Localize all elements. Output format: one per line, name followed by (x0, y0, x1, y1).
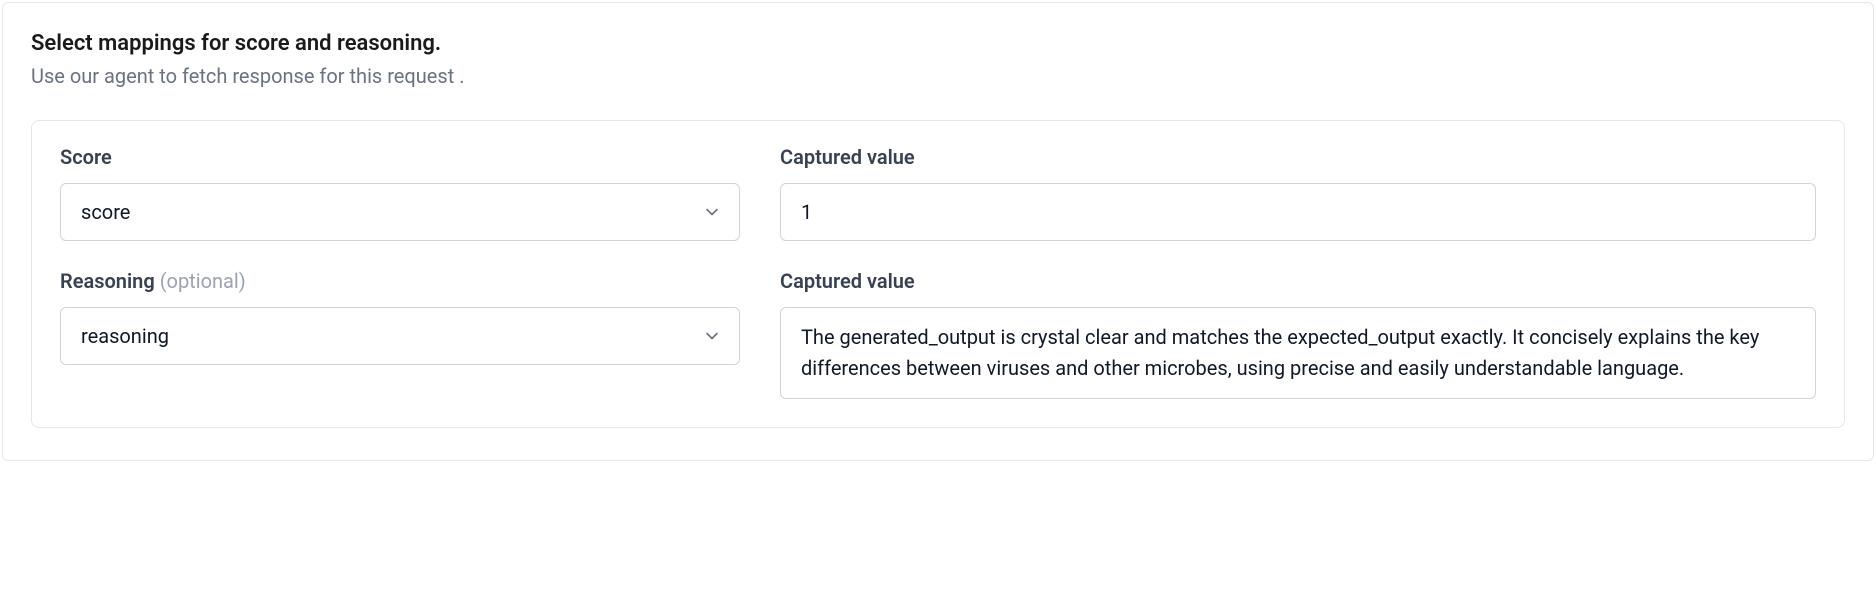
mappings-container: Select mappings for score and reasoning.… (2, 2, 1874, 461)
score-captured-value[interactable]: 1 (780, 183, 1816, 241)
score-select-wrap: score (60, 183, 740, 241)
score-label: Score (60, 145, 740, 169)
reasoning-select-col: Reasoning (optional) reasoning (60, 269, 740, 399)
reasoning-optional-suffix: (optional) (160, 269, 246, 293)
reasoning-row: Reasoning (optional) reasoning Captured … (60, 269, 1816, 399)
mappings-panel: Score score Captured value 1 (31, 120, 1845, 428)
reasoning-captured-value[interactable]: The generated_output is crystal clear an… (780, 307, 1816, 399)
score-row: Score score Captured value 1 (60, 145, 1816, 241)
reasoning-captured-label: Captured value (780, 269, 1816, 293)
score-select[interactable]: score (60, 183, 740, 241)
score-captured-text: 1 (801, 197, 812, 227)
reasoning-select[interactable]: reasoning (60, 307, 740, 365)
reasoning-captured-col: Captured value The generated_output is c… (780, 269, 1816, 399)
reasoning-label: Reasoning (optional) (60, 269, 740, 293)
reasoning-select-value: reasoning (81, 324, 169, 348)
reasoning-label-text: Reasoning (60, 269, 160, 293)
reasoning-select-wrap: reasoning (60, 307, 740, 365)
score-select-col: Score score (60, 145, 740, 241)
score-captured-col: Captured value 1 (780, 145, 1816, 241)
section-subtitle: Use our agent to fetch response for this… (31, 64, 1845, 88)
reasoning-captured-text: The generated_output is crystal clear an… (801, 325, 1759, 380)
score-captured-label: Captured value (780, 145, 1816, 169)
score-select-value: score (81, 200, 130, 224)
section-title: Select mappings for score and reasoning. (31, 31, 1845, 56)
